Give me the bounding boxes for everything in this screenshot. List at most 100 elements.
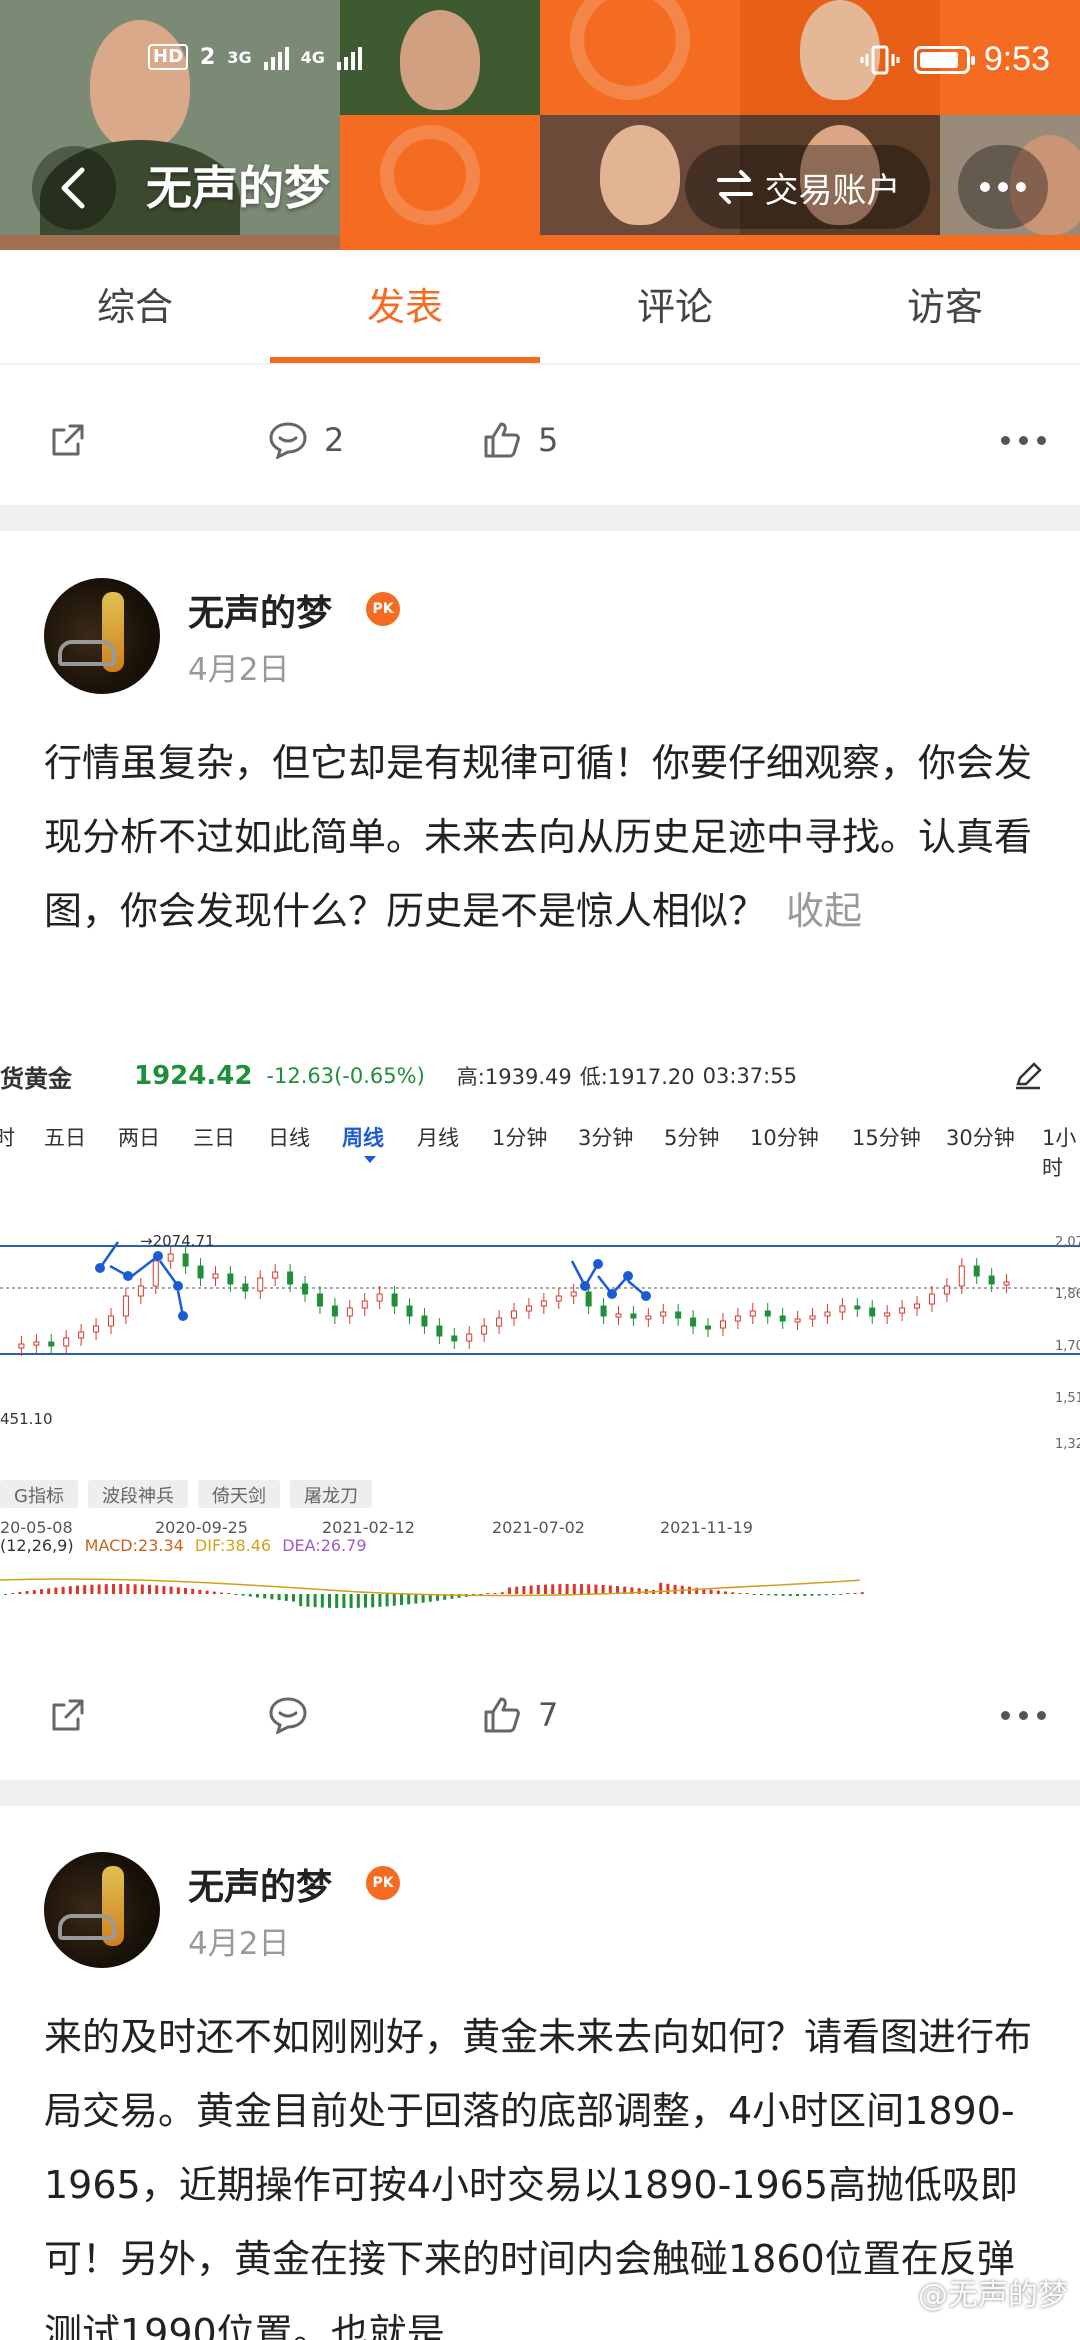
macd-bar <box>522 1586 526 1594</box>
candle <box>705 1325 712 1330</box>
comment-icon <box>269 1697 307 1734</box>
macd-bar <box>760 1594 763 1595</box>
macd-bar <box>846 1593 850 1594</box>
comment-button[interactable]: 2 <box>268 421 344 459</box>
candle <box>451 1335 458 1342</box>
more-options-button[interactable] <box>958 145 1048 229</box>
candle <box>764 1310 771 1317</box>
candle <box>525 1305 532 1312</box>
period-11[interactable]: 15分钟 <box>852 1122 921 1152</box>
share-icon <box>52 424 84 456</box>
period-3[interactable]: 三日 <box>193 1122 235 1152</box>
macd-bar <box>191 1588 195 1594</box>
battery-icon <box>913 45 975 74</box>
period-10[interactable]: 10分钟 <box>750 1122 819 1152</box>
candle <box>928 1293 935 1305</box>
macd-bar <box>270 1594 274 1600</box>
tab-visitors[interactable]: 访客 <box>810 250 1080 363</box>
macd-bar <box>400 1594 403 1606</box>
macd-bar <box>277 1594 281 1601</box>
macd-bar <box>817 1594 821 1596</box>
candle <box>212 1273 219 1279</box>
swap-icon <box>716 170 753 204</box>
back-button[interactable] <box>32 146 116 230</box>
macd-bar <box>47 1588 51 1594</box>
macd-bar <box>162 1585 166 1594</box>
macd-bar <box>133 1584 137 1594</box>
macd-bar <box>205 1590 209 1594</box>
tab-comments[interactable]: 评论 <box>540 250 810 363</box>
avatar[interactable] <box>44 1852 160 1968</box>
candle <box>660 1311 667 1317</box>
period-2[interactable]: 两日 <box>118 1122 160 1152</box>
post-content: 行情虽复杂，但它却是有规律可循！你要仔细观察，你会发现分析不过如此简单。未来去向… <box>44 741 1033 933</box>
period-5[interactable]: 周线 <box>342 1122 384 1152</box>
indicator-bands[interactable]: 波段神兵 <box>87 1480 188 1508</box>
like-button[interactable]: 7 <box>482 1695 558 1735</box>
macd-bar <box>119 1584 123 1594</box>
post-more-button[interactable] <box>1001 435 1046 445</box>
pk-badge-icon: PK <box>366 592 400 626</box>
macd-bar <box>176 1587 180 1594</box>
macd-bar <box>112 1584 115 1594</box>
macd-bar <box>371 1594 375 1608</box>
comment-button[interactable] <box>268 1696 308 1734</box>
macd-bar <box>853 1592 857 1594</box>
candle <box>33 1341 40 1346</box>
share-button[interactable] <box>50 422 86 458</box>
clock: 9:53 <box>983 40 1050 78</box>
indicator-blade[interactable]: 屠龙刀 <box>289 1480 372 1508</box>
macd-bar <box>774 1594 778 1596</box>
macd-bar <box>61 1586 65 1594</box>
indicator-g[interactable]: G指标 <box>0 1480 78 1508</box>
macd-bar <box>18 1592 22 1594</box>
candle <box>167 1253 174 1262</box>
macd-bar <box>299 1594 303 1607</box>
macd-value: MACD:23.34 <box>84 1536 184 1555</box>
tab-overview[interactable]: 综合 <box>0 250 270 363</box>
network-4g: 4G <box>300 47 325 67</box>
collapse-link[interactable]: 收起 <box>786 889 862 933</box>
date-label: 2020-09-25 <box>155 1518 248 1537</box>
candle <box>645 1315 652 1320</box>
macd-bar <box>90 1584 94 1594</box>
candle <box>197 1265 204 1279</box>
share-button[interactable] <box>50 1697 86 1733</box>
date-label: 2021-07-02 <box>492 1518 585 1537</box>
avatar[interactable] <box>44 578 160 694</box>
period-12[interactable]: 30分钟 <box>946 1122 1015 1152</box>
trade-account-button[interactable]: 交易账户 <box>685 145 930 229</box>
section-divider <box>0 1780 1080 1806</box>
post-more-button[interactable] <box>1001 1710 1046 1720</box>
macd-bar <box>184 1588 187 1594</box>
date-label: 2021-11-19 <box>660 1518 753 1537</box>
post-chart-image[interactable]: 货黄金 1924.42 -12.63(-0.65%) 高:1939.49 低:1… <box>0 1038 1080 1650</box>
candle <box>958 1265 965 1287</box>
date-label: 2021-02-12 <box>322 1518 415 1537</box>
period-6[interactable]: 月线 <box>417 1122 459 1152</box>
candle <box>107 1315 114 1327</box>
candle <box>749 1310 756 1317</box>
author-name[interactable]: 无声的梦 <box>188 1858 332 1910</box>
candle <box>257 1277 264 1292</box>
trend-arrowhead <box>178 1311 188 1321</box>
period-0[interactable]: 时 <box>0 1122 15 1152</box>
period-1[interactable]: 五日 <box>44 1122 86 1152</box>
candle <box>152 1260 159 1287</box>
candle <box>570 1291 577 1297</box>
candle <box>690 1317 697 1327</box>
indicator-sword[interactable]: 倚天剑 <box>197 1480 280 1508</box>
period-4[interactable]: 日线 <box>268 1122 310 1152</box>
like-button[interactable]: 5 <box>482 420 558 460</box>
candle <box>78 1331 85 1339</box>
author-name[interactable]: 无声的梦 <box>188 584 332 636</box>
edit-icon[interactable] <box>1012 1060 1044 1092</box>
macd-bar <box>284 1594 288 1601</box>
tab-posts[interactable]: 发表 <box>270 250 540 363</box>
macd-bar <box>724 1591 727 1594</box>
period-7[interactable]: 1分钟 <box>492 1122 547 1152</box>
macd-bar <box>572 1584 576 1594</box>
period-8[interactable]: 3分钟 <box>578 1122 633 1152</box>
macd-bar <box>486 1593 490 1594</box>
period-9[interactable]: 5分钟 <box>664 1122 719 1152</box>
